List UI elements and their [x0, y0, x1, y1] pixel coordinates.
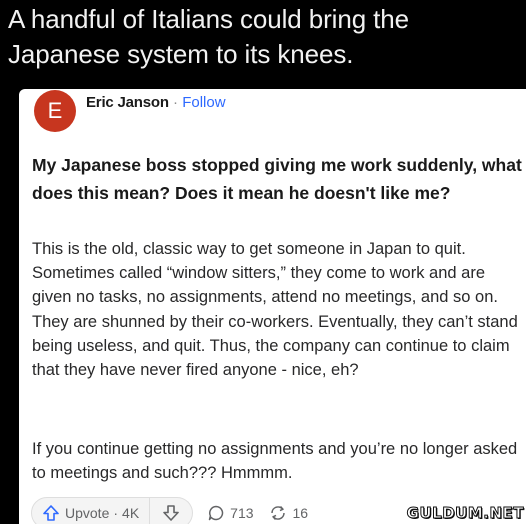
upvote-count: 4K [122, 505, 140, 521]
upvote-arrow-icon [42, 504, 60, 522]
follow-button[interactable]: Follow [182, 94, 225, 111]
question-title[interactable]: My Japanese boss stopped giving me work … [32, 151, 522, 207]
comment-count: 713 [230, 505, 254, 521]
caption-line-2: Japanese system to its knees. [8, 39, 354, 69]
share-count: 16 [292, 505, 309, 521]
action-bar: Upvote · 4K 713 16 [31, 497, 309, 524]
downvote-arrow-icon [162, 504, 180, 522]
downvote-button[interactable] [150, 497, 194, 524]
author-line: Eric Janson · Follow [86, 93, 226, 113]
answer-paragraph-2: If you continue getting no assignments a… [32, 440, 518, 483]
site-watermark: GULDUM.NET [406, 504, 524, 523]
comment-bubble-icon [207, 504, 225, 522]
upvote-separator: · [113, 505, 119, 521]
answer-paragraph-1: This is the old, classic way to get some… [32, 240, 518, 380]
share-arrows-icon [268, 504, 288, 522]
author-avatar[interactable]: E [34, 90, 76, 132]
author-name[interactable]: Eric Janson [86, 94, 169, 111]
caption: A handful of Italians could bring the Ja… [8, 2, 516, 72]
answer-card: E Eric Janson · Follow My Japanese boss … [19, 89, 526, 524]
upvote-label: Upvote [65, 505, 110, 521]
upvote-button[interactable]: Upvote · 4K [31, 497, 151, 524]
comment-button[interactable]: 713 [207, 504, 254, 522]
caption-line-1: A handful of Italians could bring the [8, 4, 410, 34]
share-button[interactable]: 16 [268, 504, 309, 522]
author-separator: · [173, 94, 179, 111]
